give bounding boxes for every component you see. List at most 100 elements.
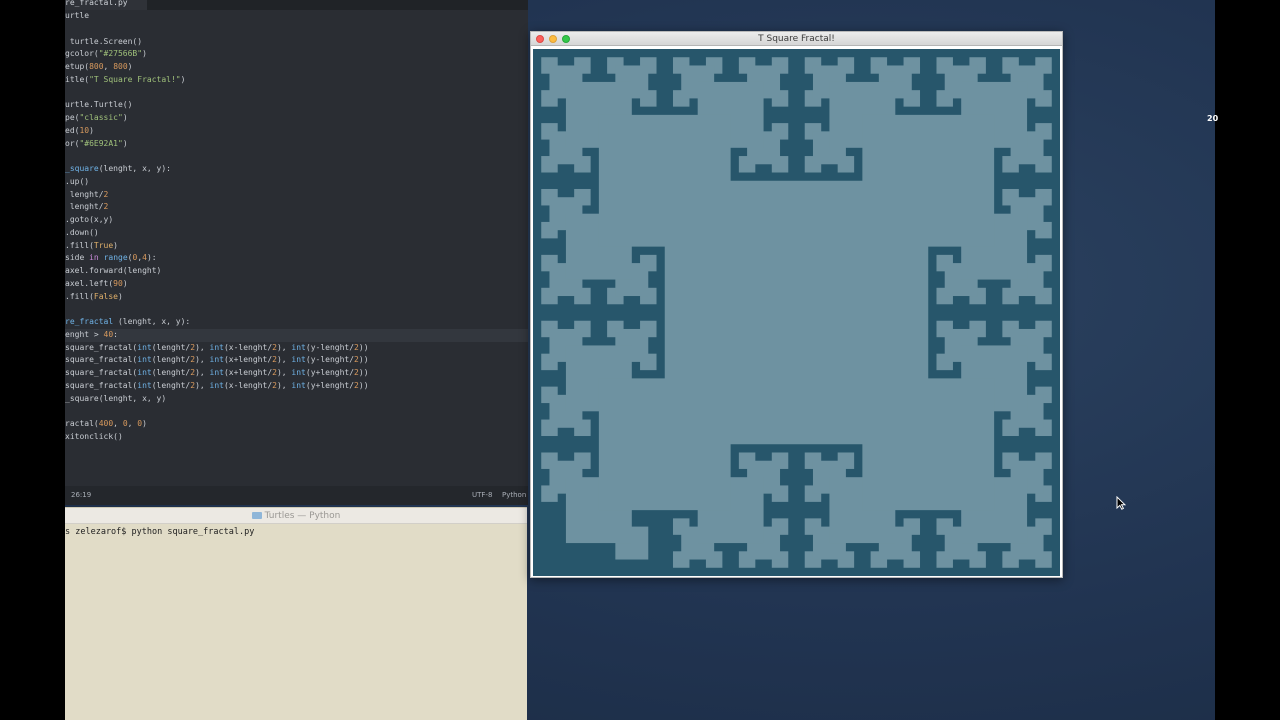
code-token: ), — [276, 342, 292, 352]
code-token: (x-lenght/ — [223, 342, 273, 352]
code-token: ) — [113, 240, 118, 250]
code-line: .goto(x,y) — [65, 214, 528, 227]
code-line: square_fractal(int(lenght/2), int(x+leng… — [65, 367, 528, 380]
code-token: axel.forward(lenght) — [65, 266, 162, 275]
code-line: or("#6E92A1") — [65, 138, 528, 151]
code-token: axel.left( — [65, 278, 114, 288]
cursor-position[interactable]: 26:19 — [71, 486, 91, 505]
code-token: ractal( — [65, 419, 99, 428]
code-line: pe("classic") — [65, 112, 528, 125]
code-token: )) — [358, 342, 369, 352]
code-token: 800 — [113, 62, 128, 71]
editor-status-bar: 26:19 UTF-8 Python — [65, 486, 528, 505]
code-line: lenght/2 — [65, 201, 528, 214]
code-token: ) — [122, 278, 128, 288]
code-token: int — [137, 368, 152, 377]
code-token: )) — [358, 368, 369, 377]
code-token: ) — [142, 49, 147, 59]
code-line: itle("T Square Fractal!") — [65, 74, 528, 87]
code-token: lenght/ — [65, 189, 104, 199]
file-encoding[interactable]: UTF-8 — [472, 486, 492, 505]
code-token: ) — [122, 138, 128, 148]
code-token: .fill( — [65, 240, 94, 250]
code-token: : — [113, 329, 118, 339]
code-token: int — [291, 342, 306, 352]
code-line: lenght/2 — [65, 189, 528, 202]
code-token: xitonclick() — [65, 431, 123, 441]
minimize-window-button[interactable] — [549, 35, 557, 43]
code-token: "T Square Fractal!" — [89, 74, 181, 84]
code-line: etup(800, 800) — [65, 61, 528, 74]
code-token: , — [103, 62, 114, 71]
code-area[interactable]: urtle turtle.Screen() gcolor("#27566B") et… — [65, 10, 528, 486]
code-token: _square(lenght, x, y) — [65, 393, 167, 403]
code-token: )) — [358, 355, 369, 365]
code-token: or( — [65, 138, 80, 148]
code-token: (y+lenght/ — [305, 368, 355, 377]
maximize-window-button[interactable] — [562, 35, 570, 43]
code-token: square_fractal( — [65, 380, 138, 390]
code-line: _square(lenght, x, y) — [65, 393, 528, 406]
code-token: "#27566B" — [98, 49, 143, 59]
code-token: (y-lenght/ — [305, 355, 355, 365]
code-token: square_fractal( — [65, 355, 138, 365]
code-token: ) — [89, 125, 94, 135]
code-token: (lenght/ — [151, 368, 191, 377]
code-token: int — [137, 355, 152, 365]
code-token: int — [209, 368, 224, 377]
code-token: (x+lenght/ — [223, 355, 273, 365]
code-token: int — [209, 380, 224, 390]
code-token: side — [65, 253, 90, 263]
terminal-titlebar[interactable]: Turtles — Python — [65, 508, 527, 524]
code-token: ), — [276, 355, 292, 365]
code-token: ) — [118, 291, 123, 301]
code-token: in — [89, 253, 99, 263]
code-token: int — [209, 355, 224, 365]
code-token: _square — [65, 164, 99, 173]
code-token: "#6E92A1" — [79, 138, 123, 148]
close-window-button[interactable] — [536, 35, 544, 43]
code-token: ) — [127, 62, 133, 71]
code-token: .goto(x,y) — [65, 215, 114, 224]
code-token: ), — [195, 380, 210, 390]
code-token: gcolor( — [65, 49, 99, 59]
terminal-window[interactable]: Turtles — Python s zelezarof$ python squ… — [65, 507, 527, 720]
code-token: square_fractal( — [65, 368, 138, 377]
terminal-output[interactable]: s zelezarof$ python square_fractal.py — [65, 524, 527, 540]
code-token: (x+lenght/ — [223, 368, 273, 377]
code-token: 2 — [103, 189, 109, 199]
code-token: 40 — [103, 329, 114, 339]
code-token: , — [127, 419, 138, 428]
code-token: int — [137, 380, 152, 390]
code-line: .up() — [65, 176, 528, 189]
folder-icon — [251, 512, 262, 519]
language-mode[interactable]: Python — [502, 486, 526, 505]
code-token: range — [103, 253, 128, 263]
code-token: ): — [146, 253, 157, 263]
turtle-graphics-window[interactable]: T Square Fractal! — [530, 31, 1063, 578]
editor-tab-square-fractal[interactable]: re_fractal.py — [65, 0, 147, 10]
terminal-command-line: s zelezarof$ python square_fractal.py — [65, 527, 255, 537]
code-token: 800 — [89, 62, 104, 71]
code-line: urtle — [65, 10, 528, 23]
code-token: ) — [122, 113, 128, 122]
code-token: (lenght, x, y): — [98, 164, 171, 173]
code-token: (x-lenght/ — [223, 380, 273, 390]
code-line: turtle.Screen() — [65, 36, 528, 49]
turtle-canvas[interactable] — [533, 49, 1060, 576]
code-token: .down() — [65, 227, 99, 237]
code-token: 2 — [103, 202, 109, 212]
code-token: (lenght, x, y): — [113, 317, 191, 326]
code-token: enght > — [65, 329, 104, 339]
code-line: ed(10) — [65, 125, 528, 138]
code-line: square_fractal(int(lenght/2), int(x-leng… — [65, 342, 528, 355]
turtle-window-titlebar[interactable]: T Square Fractal! — [531, 32, 1062, 46]
code-token: int — [137, 342, 152, 352]
screen-left-edge — [0, 0, 65, 720]
code-line: square_fractal(int(lenght/2), int(x+leng… — [65, 354, 528, 367]
code-line: square_fractal(int(lenght/2), int(x-leng… — [65, 380, 528, 393]
code-line: enght > 40: — [65, 328, 528, 342]
code-line: side in range(0,4): — [65, 252, 528, 265]
code-token: .fill( — [65, 291, 94, 301]
